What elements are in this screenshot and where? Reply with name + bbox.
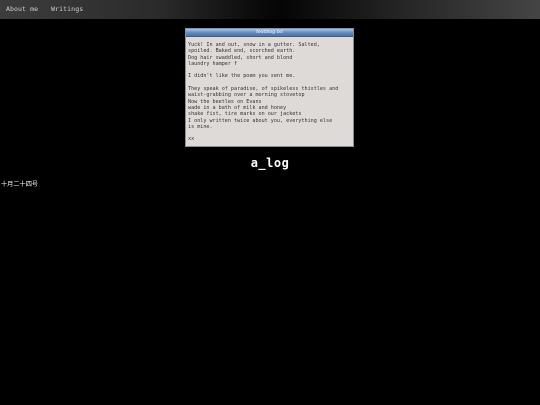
poem-line: I only written twice about you, everythi… [188,117,333,124]
text-window: textblog.txt Yuck! In and out, snow in a… [185,28,354,147]
top-nav-bar: About me Writings [0,0,540,19]
post-date: 十月二十四号 [1,181,39,188]
site-title[interactable]: a_log [0,156,540,170]
window-title: textblog.txt [256,30,283,35]
window-body-text: Yuck! In and out, snow in a gutter. Salt… [188,42,353,143]
poem-line: xx [188,136,195,143]
nav-menu: About me Writings [6,5,83,13]
nav-link-about-me[interactable]: About me [6,5,38,13]
nav-link-writings[interactable]: Writings [51,5,83,13]
page: About me Writings textblog.txt Yuck! In … [0,0,540,405]
window-titlebar[interactable]: textblog.txt [186,29,353,37]
